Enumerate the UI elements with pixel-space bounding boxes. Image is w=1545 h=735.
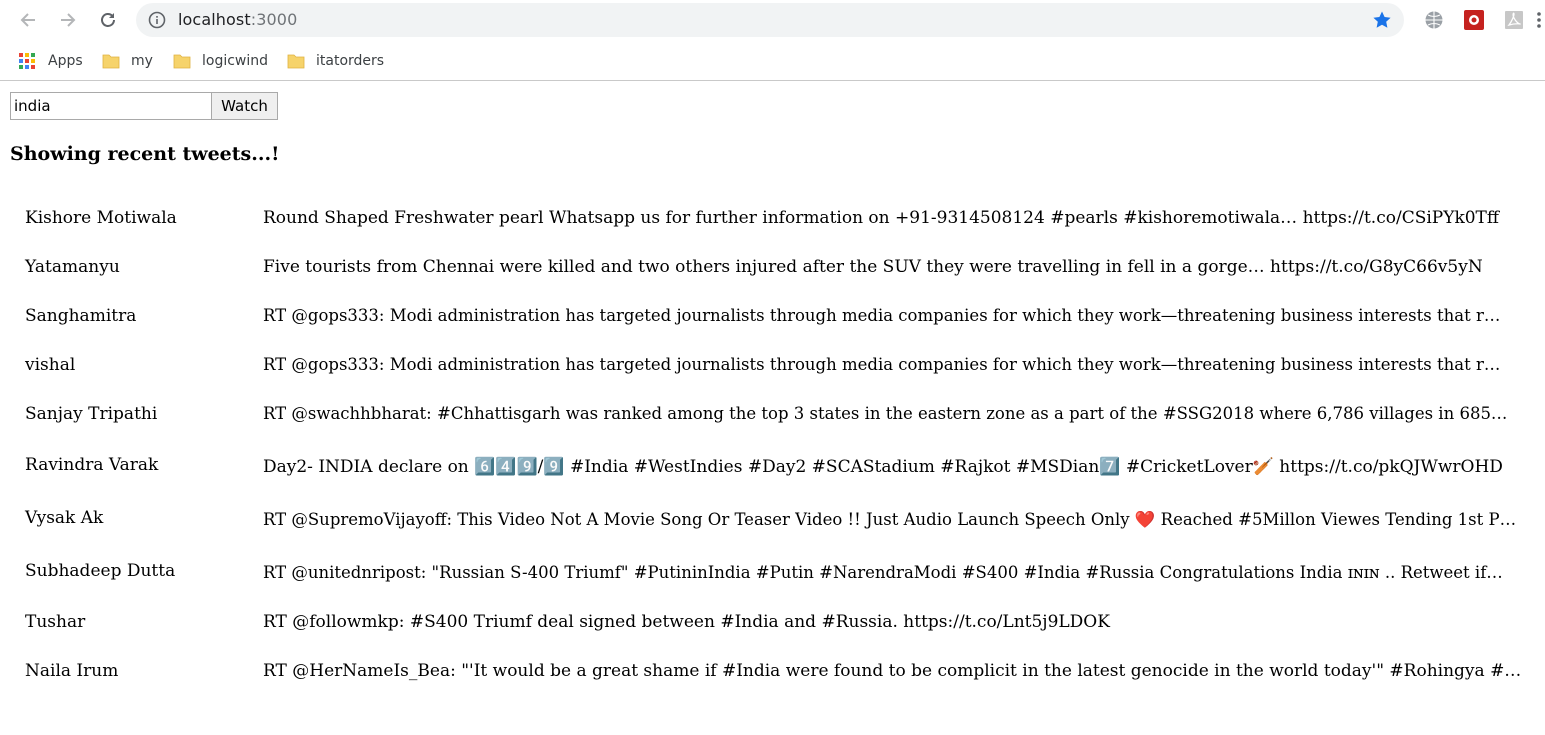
tweet-row: Kishore Motiwala Round Shaped Freshwater… xyxy=(0,208,1545,238)
folder-icon xyxy=(173,54,191,69)
forward-button[interactable] xyxy=(55,7,81,33)
tweet-author: Ravindra Varak xyxy=(25,455,159,475)
globe-icon xyxy=(1425,11,1443,29)
tweet-text: RT @swachhbharat: #Chhattisgarh was rank… xyxy=(263,404,1508,423)
watch-button[interactable]: Watch xyxy=(211,92,278,120)
url-text: localhost:3000 xyxy=(178,10,297,29)
bookmark-label: itatorders xyxy=(316,53,385,69)
reload-button[interactable] xyxy=(95,7,121,33)
tweet-author: Sanjay Tripathi xyxy=(25,404,158,424)
pdf-icon xyxy=(1505,11,1523,29)
tweet-text: Five tourists from Chennai were killed a… xyxy=(263,257,1483,277)
pdf-extension-button[interactable] xyxy=(1503,9,1525,31)
tweet-text: RT @unitednripost: "Russian S-400 Triumf… xyxy=(263,563,1503,582)
search-input[interactable] xyxy=(10,92,211,120)
tweet-author: Vysak Ak xyxy=(25,508,104,528)
tweet-text: RT @SupremoVijayoff: This Video Not A Mo… xyxy=(263,510,1517,529)
tweet-author: Sanghamitra xyxy=(25,306,137,326)
tweet-author: Yatamanyu xyxy=(25,257,120,277)
url-port: :3000 xyxy=(250,10,298,29)
info-icon[interactable] xyxy=(148,11,166,29)
tweet-text: RT @HerNameIs_Bea: "'It would be a great… xyxy=(263,661,1522,681)
bookmark-apps[interactable]: Apps xyxy=(19,51,83,71)
tweet-row: Yatamanyu Five tourists from Chennai wer… xyxy=(0,257,1545,287)
page-heading: Showing recent tweets...! xyxy=(10,143,280,165)
browser-toolbar: localhost:3000 xyxy=(0,0,1545,40)
tweet-author: Subhadeep Dutta xyxy=(25,561,176,581)
menu-button[interactable] xyxy=(1534,9,1544,31)
tweet-row: vishal RT @gops333: Modi administration … xyxy=(0,355,1545,385)
tweet-text: RT @gops333: Modi administration has tar… xyxy=(263,355,1501,374)
tweet-text: RT @gops333: Modi administration has tar… xyxy=(263,306,1501,325)
menu-dots-icon xyxy=(1537,12,1541,28)
reload-icon xyxy=(101,13,115,27)
tweet-author: Kishore Motiwala xyxy=(25,208,177,228)
tweet-author: vishal xyxy=(25,355,76,375)
tweet-row: Vysak Ak RT @SupremoVijayoff: This Video… xyxy=(0,508,1545,538)
tweet-text: RT @followmkp: #S400 Triumf deal signed … xyxy=(263,612,1110,632)
arrow-right-icon xyxy=(61,13,76,27)
search-form: Watch xyxy=(10,92,278,120)
extension-bug-icon xyxy=(1464,10,1484,30)
tweet-row: Subhadeep Dutta RT @unitednripost: "Russ… xyxy=(0,561,1545,591)
tweet-author: Naila Irum xyxy=(25,661,119,681)
tweet-row: Sanjay Tripathi RT @swachhbharat: #Chhat… xyxy=(0,404,1545,434)
bookmark-star-icon[interactable] xyxy=(1372,10,1392,30)
tweet-text: Day2- INDIA declare on 6️⃣4️⃣9️⃣/9️⃣ #In… xyxy=(263,457,1503,477)
bookmark-label: logicwind xyxy=(202,53,269,69)
tweet-text: Round Shaped Freshwater pearl Whatsapp u… xyxy=(263,208,1499,228)
arrow-left-icon xyxy=(20,13,35,27)
apps-grid-icon xyxy=(19,53,35,69)
address-bar[interactable]: localhost:3000 xyxy=(136,3,1404,37)
url-host: localhost xyxy=(178,10,251,29)
tweet-row: Naila Irum RT @HerNameIs_Bea: "'It would… xyxy=(0,661,1545,691)
globe-extension-button[interactable] xyxy=(1423,9,1445,31)
bookmark-my[interactable]: my xyxy=(102,51,153,71)
tweet-row: Sanghamitra RT @gops333: Modi administra… xyxy=(0,306,1545,336)
bookmark-itatorders[interactable]: itatorders xyxy=(287,51,384,71)
folder-icon xyxy=(287,54,305,69)
tweet-author: Tushar xyxy=(25,612,86,632)
tweet-row: Ravindra Varak Day2- INDIA declare on 6️… xyxy=(0,455,1545,485)
red-extension-button[interactable] xyxy=(1463,9,1485,31)
tweet-row: Tushar RT @followmkp: #S400 Triumf deal … xyxy=(0,612,1545,642)
bookmark-logicwind[interactable]: logicwind xyxy=(173,51,268,71)
folder-icon xyxy=(102,54,120,69)
bookmarks-bar: Apps my logicwind itatorders xyxy=(0,40,1545,81)
back-button[interactable] xyxy=(15,7,41,33)
bookmark-label: Apps xyxy=(48,53,83,69)
bookmark-label: my xyxy=(131,53,153,69)
